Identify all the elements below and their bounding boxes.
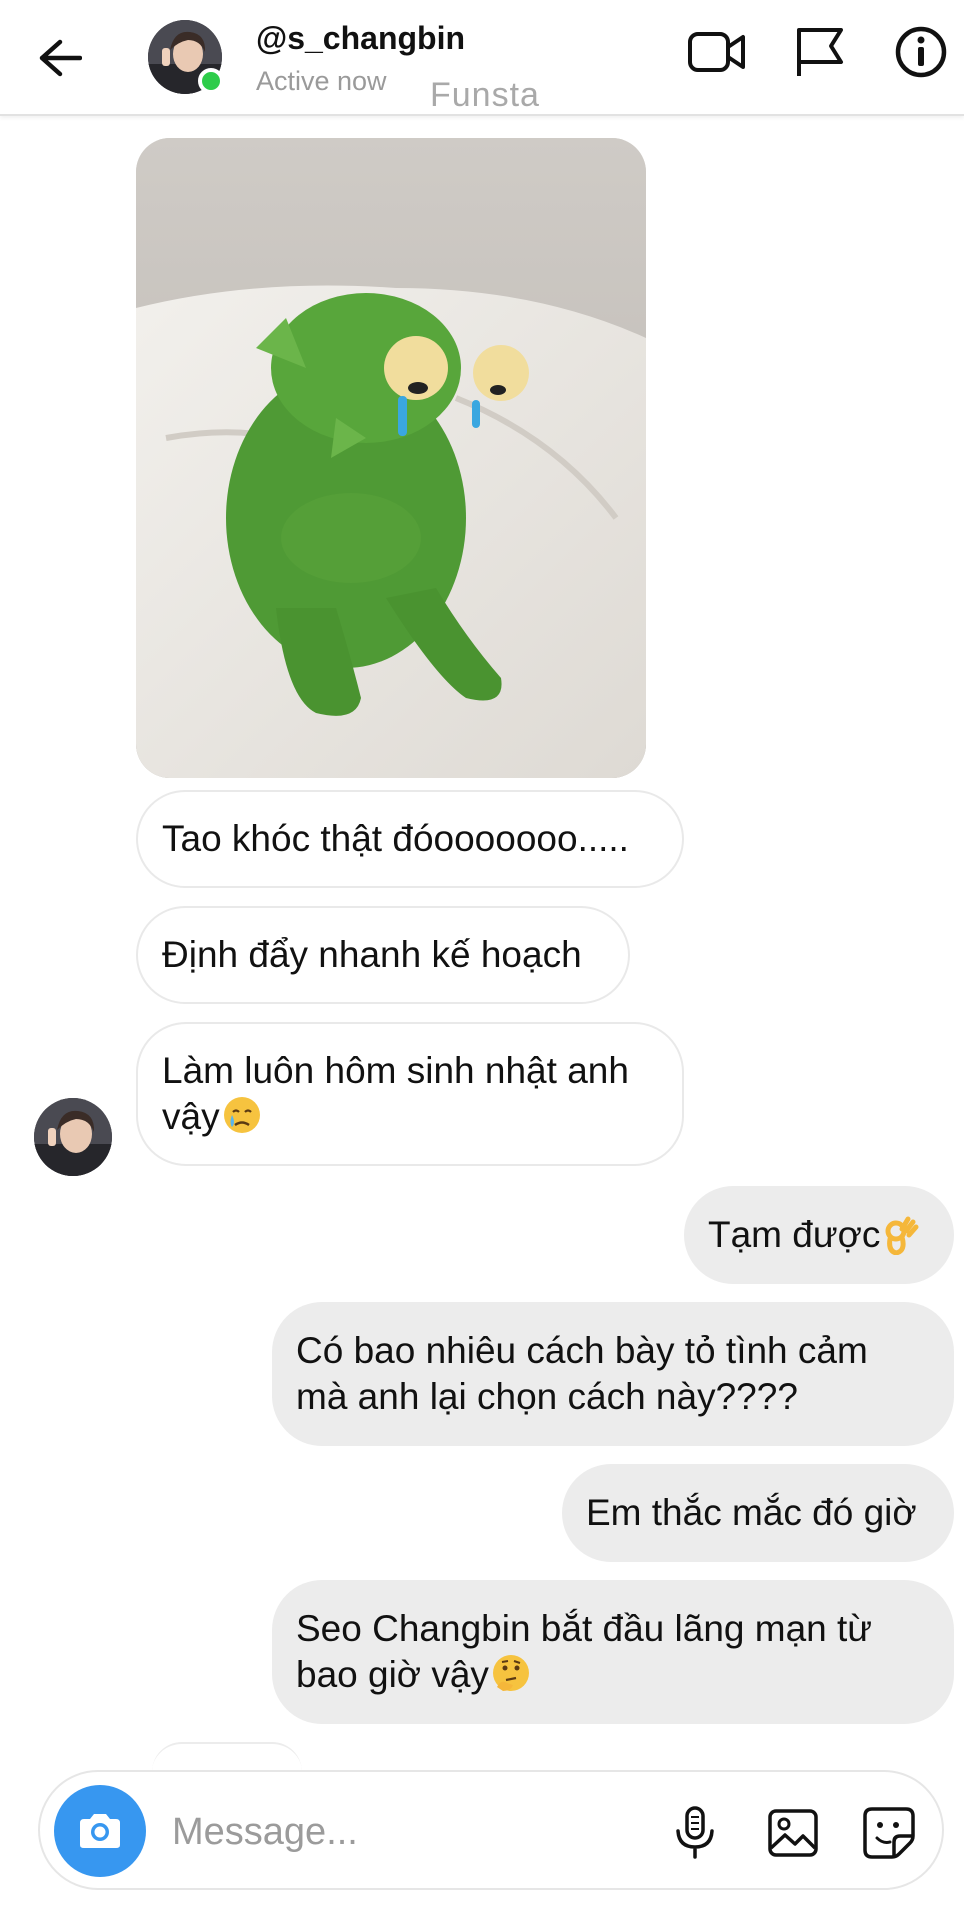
chat-username[interactable]: @s_changbin (256, 20, 465, 57)
microphone-icon[interactable] (660, 1798, 730, 1868)
online-status-dot (198, 68, 224, 94)
camera-icon[interactable] (54, 1785, 146, 1877)
message-bubble-outgoing[interactable]: Seo Changbin bắt đầu lãng mạn từ bao giờ… (272, 1580, 954, 1724)
sticker-icon[interactable] (854, 1798, 924, 1868)
message-input[interactable] (172, 1802, 652, 1862)
thinking-face-icon (492, 1655, 529, 1691)
video-call-icon[interactable] (682, 22, 752, 82)
gallery-icon[interactable] (758, 1798, 828, 1868)
message-text-line: vậy (162, 1096, 220, 1137)
chat-header: @s_changbin Active now Funsta (0, 0, 964, 116)
message-text: Em thắc mắc đó giờ (586, 1492, 917, 1533)
back-arrow-icon[interactable] (30, 28, 90, 88)
message-text-line: Seo Changbin bắt đầu lãng mạn từ (296, 1608, 873, 1649)
message-text-line: Làm luôn hôm sinh nhật anh (162, 1050, 629, 1091)
message-bubble-outgoing[interactable]: Có bao nhiêu cách bày tỏ tình cảm mà anh… (272, 1302, 954, 1446)
ok-hand-icon (885, 1216, 919, 1255)
message-text: Tạm được (708, 1214, 881, 1255)
message-text-line: bao giờ vậy (296, 1654, 489, 1695)
message-bubble-incoming[interactable]: Làm luôn hôm sinh nhật anh vậy (136, 1022, 684, 1166)
partial-message-bubble (152, 1742, 302, 1772)
message-composer (38, 1770, 944, 1890)
sender-avatar[interactable] (34, 1098, 112, 1176)
message-text-line: Có bao nhiêu cách bày tỏ tình cảm (296, 1330, 868, 1371)
message-bubble-outgoing[interactable]: Em thắc mắc đó giờ (562, 1464, 954, 1562)
message-text: Tao khóc thật đóooooooo..... (162, 818, 629, 859)
message-bubble-incoming[interactable]: Tao khóc thật đóooooooo..... (136, 790, 684, 888)
profile-avatar[interactable] (148, 20, 224, 94)
message-bubble-outgoing[interactable]: Tạm được (684, 1186, 954, 1284)
message-text-line: mà anh lại chọn cách này???? (296, 1376, 798, 1417)
info-icon[interactable] (886, 22, 956, 82)
message-bubble-incoming[interactable]: Định đẩy nhanh kế hoạch (136, 906, 630, 1004)
shared-photo[interactable] (136, 138, 646, 778)
message-text: Định đẩy nhanh kế hoạch (162, 934, 582, 975)
account-label: Funsta (430, 76, 540, 114)
active-status: Active now (256, 66, 387, 96)
flag-icon[interactable] (784, 22, 854, 82)
crying-face-icon (223, 1097, 260, 1133)
